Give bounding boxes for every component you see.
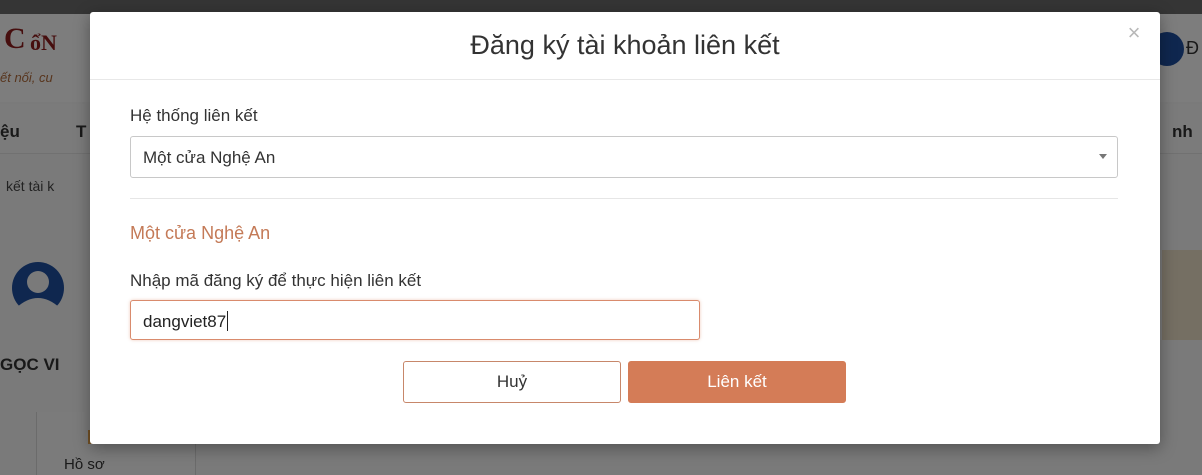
- system-select[interactable]: Một cửa Nghệ An: [130, 136, 1118, 178]
- divider: [130, 198, 1118, 199]
- system-label: Hệ thống liên kết: [130, 106, 258, 125]
- chevron-down-icon: [1099, 154, 1107, 159]
- text-caret: [227, 311, 229, 331]
- code-label: Nhập mã đăng ký để thực hiện liên kết: [130, 271, 422, 290]
- cancel-button[interactable]: Huỷ: [403, 361, 621, 403]
- link-button[interactable]: Liên kết: [628, 361, 846, 403]
- modal-header: Đăng ký tài khoản liên kết ×: [90, 12, 1160, 80]
- link-account-modal: Đăng ký tài khoản liên kết × Hệ thống li…: [90, 12, 1160, 444]
- close-icon[interactable]: ×: [1122, 22, 1146, 46]
- registration-code-input[interactable]: dangviet87: [130, 300, 700, 340]
- section-title: Một cửa Nghệ An: [130, 223, 271, 243]
- modal-title: Đăng ký tài khoản liên kết: [470, 30, 780, 60]
- system-select-value: Một cửa Nghệ An: [143, 148, 276, 167]
- registration-code-value: dangviet87: [143, 311, 229, 331]
